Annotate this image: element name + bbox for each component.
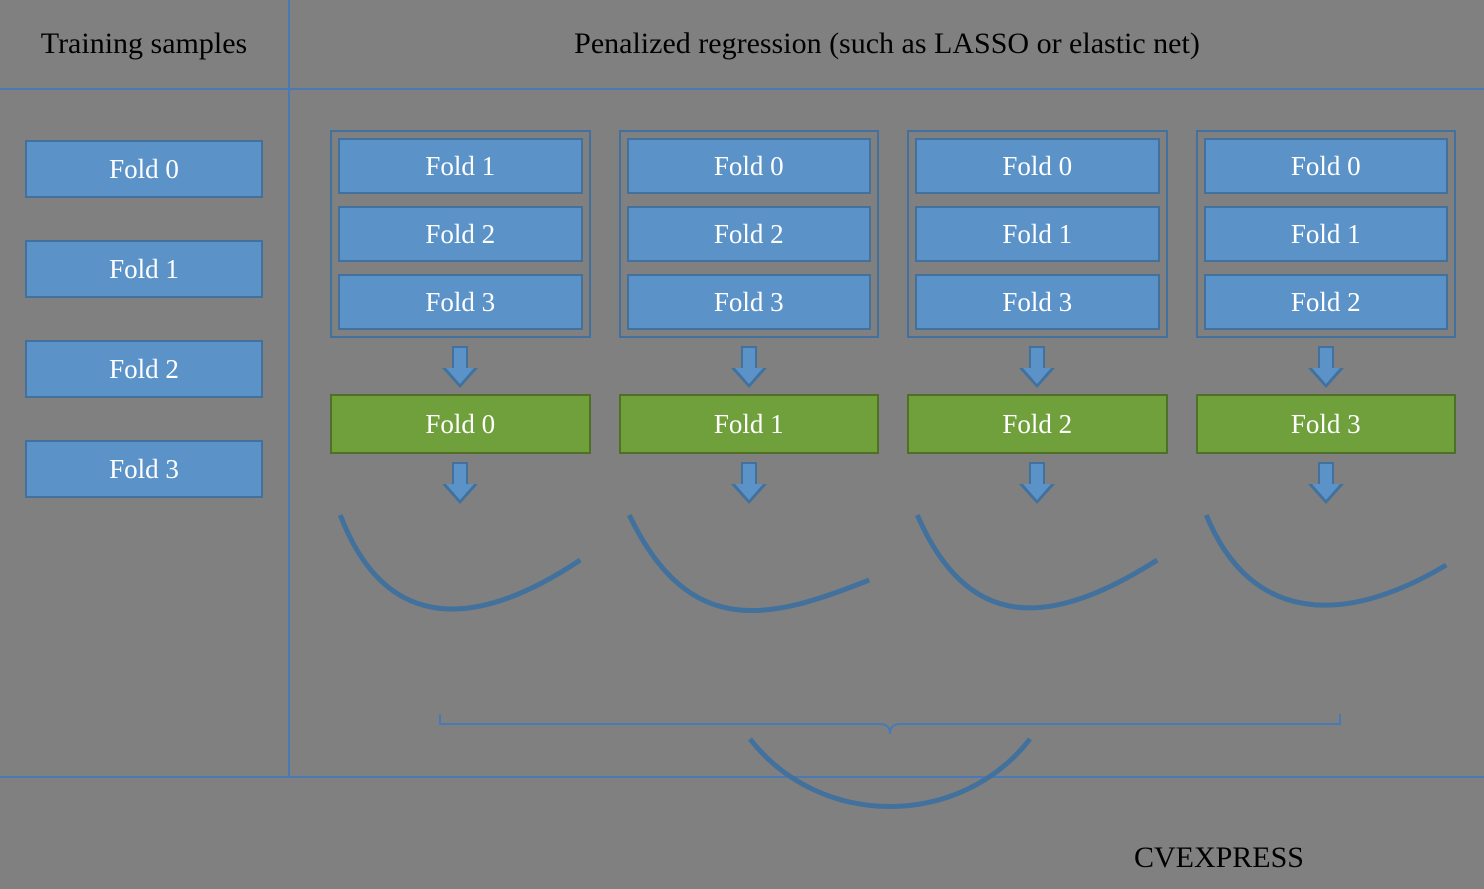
train-fold-box: Fold 2 (338, 206, 583, 262)
arrow-down-icon (731, 462, 767, 506)
training-fold-box: Fold 2 (25, 340, 263, 398)
arrow-down-icon (1019, 346, 1055, 390)
test-fold-box: Fold 1 (619, 394, 880, 454)
arrow-down-icon (1308, 346, 1344, 390)
test-fold-box: Fold 2 (907, 394, 1168, 454)
error-curve-icon (907, 510, 1168, 630)
train-fold-group: Fold 0 Fold 1 Fold 2 (1196, 130, 1457, 338)
train-fold-box: Fold 3 (915, 274, 1160, 330)
cv-column: Fold 0 Fold 1 Fold 2 Fold 3 (1196, 130, 1457, 776)
train-fold-box: Fold 3 (627, 274, 872, 330)
header-training-samples: Training samples (0, 0, 290, 88)
arrow-down-icon (1308, 462, 1344, 506)
train-fold-group: Fold 0 Fold 1 Fold 3 (907, 130, 1168, 338)
training-fold-box: Fold 1 (25, 240, 263, 298)
cvexpress-label: CVEXPRESS (1134, 841, 1304, 875)
test-fold-box: Fold 0 (330, 394, 591, 454)
test-fold-box: Fold 3 (1196, 394, 1457, 454)
body-row: Fold 0 Fold 1 Fold 2 Fold 3 Fold 1 Fold … (0, 90, 1484, 778)
train-fold-box: Fold 3 (338, 274, 583, 330)
train-fold-box: Fold 0 (1204, 138, 1449, 194)
training-fold-box: Fold 0 (25, 140, 263, 198)
train-fold-group: Fold 0 Fold 2 Fold 3 (619, 130, 880, 338)
arrow-down-icon (731, 346, 767, 390)
summary-brace-icon (430, 709, 1350, 829)
cv-columns-container: Fold 1 Fold 2 Fold 3 Fold 0 Fold 0 Fold … (290, 90, 1484, 776)
train-fold-group: Fold 1 Fold 2 Fold 3 (330, 130, 591, 338)
train-fold-box: Fold 1 (338, 138, 583, 194)
train-fold-box: Fold 1 (1204, 206, 1449, 262)
train-fold-box: Fold 0 (915, 138, 1160, 194)
train-fold-box: Fold 2 (627, 206, 872, 262)
arrow-down-icon (442, 346, 478, 390)
training-fold-box: Fold 3 (25, 440, 263, 498)
train-fold-box: Fold 0 (627, 138, 872, 194)
training-samples-column: Fold 0 Fold 1 Fold 2 Fold 3 (0, 90, 290, 776)
train-fold-box: Fold 1 (915, 206, 1160, 262)
cv-column: Fold 1 Fold 2 Fold 3 Fold 0 (330, 130, 591, 776)
arrow-down-icon (1019, 462, 1055, 506)
arrow-down-icon (442, 462, 478, 506)
cv-column: Fold 0 Fold 1 Fold 3 Fold 2 (907, 130, 1168, 776)
error-curve-icon (619, 510, 880, 630)
cv-column: Fold 0 Fold 2 Fold 3 Fold 1 (619, 130, 880, 776)
header-penalized-regression: Penalized regression (such as LASSO or e… (290, 0, 1484, 88)
error-curve-icon (1196, 510, 1457, 630)
error-curve-icon (330, 510, 591, 630)
train-fold-box: Fold 2 (1204, 274, 1449, 330)
summary-curve-icon (750, 739, 1030, 807)
header-row: Training samples Penalized regression (s… (0, 0, 1484, 90)
